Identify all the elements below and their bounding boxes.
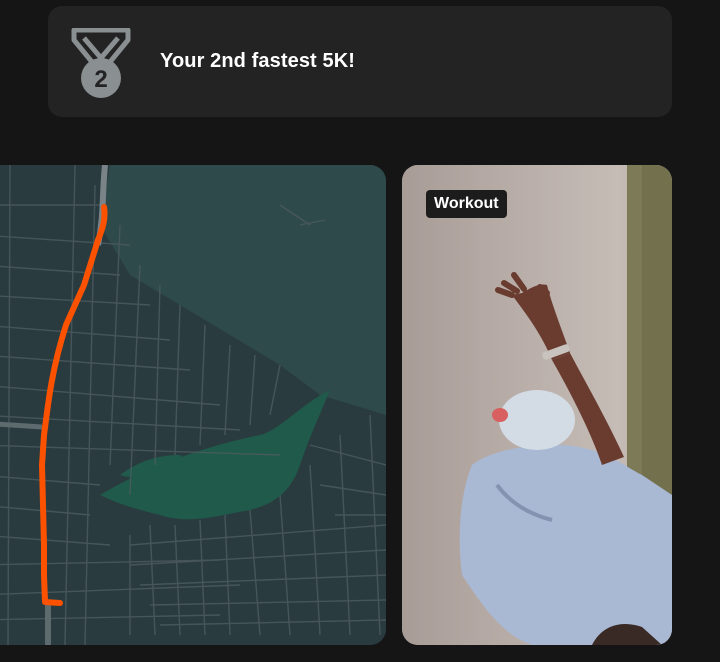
workout-tag: Workout — [426, 190, 507, 218]
workout-photo[interactable]: Workout — [402, 165, 672, 645]
route-map[interactable] — [0, 165, 386, 645]
medal-number: 2 — [94, 66, 107, 93]
map-canvas — [0, 165, 386, 645]
photo-image — [402, 165, 672, 645]
achievement-text: Your 2nd fastest 5K! — [160, 50, 355, 72]
medal-icon: 2 — [71, 28, 131, 98]
achievement-card[interactable]: 2 Your 2nd fastest 5K! — [48, 6, 672, 117]
